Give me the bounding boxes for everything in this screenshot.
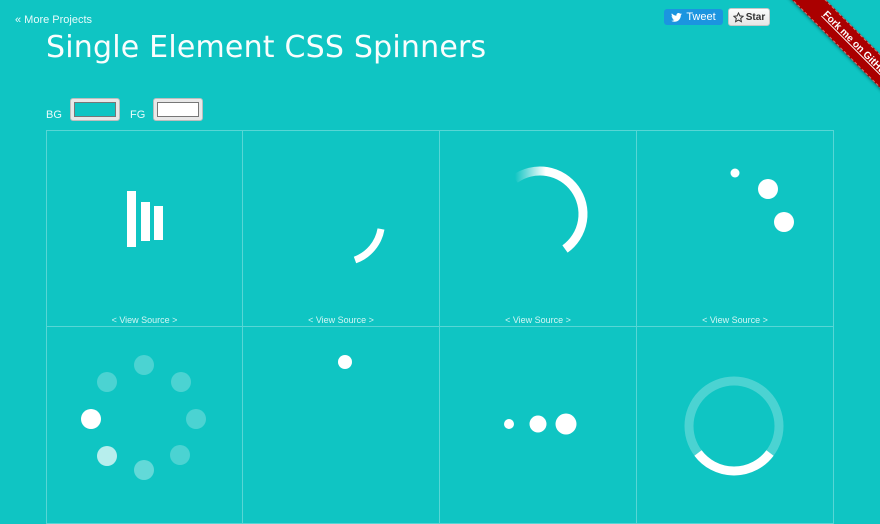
tweet-label: Tweet bbox=[686, 11, 716, 23]
orbit-dots-spinner bbox=[730, 168, 794, 232]
github-ribbon-container: Fork me on GitHub bbox=[730, 0, 880, 150]
dot-ring-spinner bbox=[81, 355, 206, 480]
bg-label: BG bbox=[46, 109, 62, 121]
single-dot-spinner bbox=[338, 355, 352, 369]
spinner-cell-arc-small: < View Source > bbox=[243, 130, 440, 327]
bg-color-preview bbox=[74, 102, 116, 117]
spinner-cell-single-dot bbox=[243, 327, 440, 524]
arc-large-spinner bbox=[512, 166, 588, 253]
fork-on-github-ribbon[interactable]: Fork me on GitHub bbox=[765, 0, 880, 136]
fg-color-picker[interactable] bbox=[153, 98, 203, 121]
ring-track-spinner bbox=[684, 376, 784, 476]
three-dots-spinner bbox=[504, 413, 577, 435]
spinner-cell-ring-track bbox=[637, 327, 834, 524]
spinner-cell-bars: < View Source > bbox=[46, 130, 243, 327]
arc-small-spinner bbox=[353, 228, 385, 264]
view-source-link[interactable]: < View Source > bbox=[440, 315, 636, 325]
spinner-cell-arc-large: < View Source > bbox=[440, 130, 637, 327]
more-projects-link[interactable]: « More Projects bbox=[15, 14, 92, 26]
view-source-link[interactable]: < View Source > bbox=[243, 315, 439, 325]
spinner-cell-dot-ring bbox=[46, 327, 243, 524]
fg-label: FG bbox=[130, 109, 146, 121]
spinner-grid: < View Source > < View Source > < View S… bbox=[46, 130, 834, 524]
fg-color-preview bbox=[157, 102, 199, 117]
spinner-cell-orbit-dots: < View Source > bbox=[637, 130, 834, 327]
tweet-button[interactable]: Tweet bbox=[664, 9, 723, 25]
view-source-link[interactable]: < View Source > bbox=[637, 315, 833, 325]
view-source-link[interactable]: < View Source > bbox=[47, 315, 242, 325]
bg-color-picker[interactable] bbox=[70, 98, 120, 121]
spinner-cell-three-dots bbox=[440, 327, 637, 524]
bars-spinner bbox=[127, 191, 163, 247]
twitter-bird-icon bbox=[671, 12, 683, 22]
page-title: Single Element CSS Spinners bbox=[46, 30, 487, 65]
